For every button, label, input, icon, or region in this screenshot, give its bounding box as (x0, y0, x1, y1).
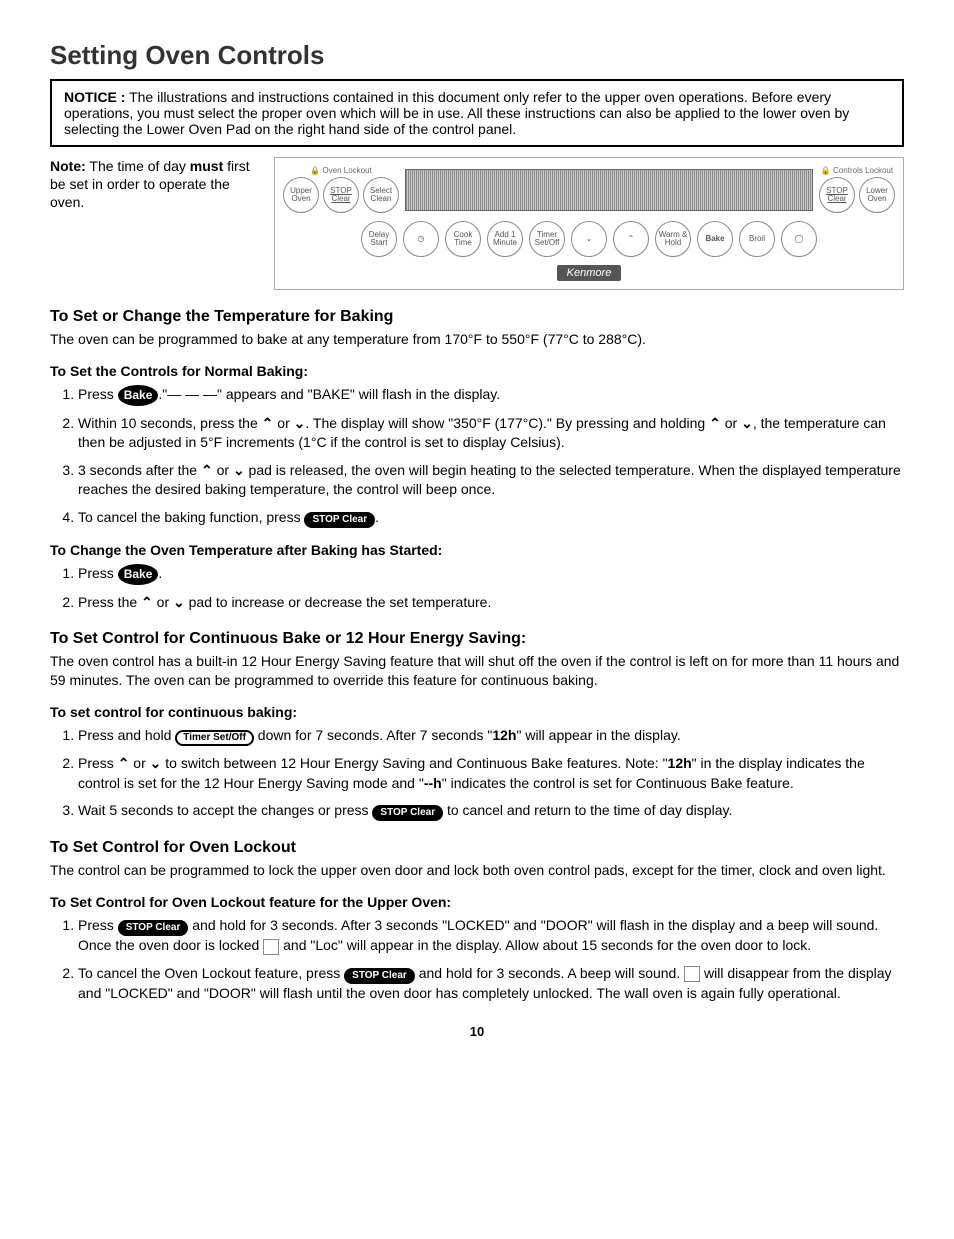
stop-clear-icon: STOP Clear (118, 920, 189, 936)
light-button: ◯ (781, 221, 817, 257)
section-1-heading: To Set or Change the Temperature for Bak… (50, 308, 904, 326)
note-bold: must (190, 158, 223, 174)
bake-icon: Bake (118, 564, 159, 585)
sec1-sub-b: To Change the Oven Temperature after Bak… (50, 542, 904, 558)
timer-button: Timer Set/Off (529, 221, 565, 257)
sec1-sub-a: To Set the Controls for Normal Baking: (50, 363, 904, 379)
sec1-list-a: Press Bake."— — —" appears and "BAKE" wi… (50, 385, 904, 528)
list-item: Press the ⌃ or ⌄ pad to increase or decr… (78, 593, 904, 613)
notice-box: NOTICE : The illustrations and instructi… (50, 79, 904, 147)
controls-lockout-icon: 🔒 Controls Lockout (821, 166, 893, 175)
sec3-list: Press STOP Clear and hold for 3 seconds.… (50, 916, 904, 1003)
up-arrow-button: ⌃ (613, 221, 649, 257)
note-panel-row: Note: The time of day must first be set … (50, 157, 904, 290)
list-item: Press Bake."— — —" appears and "BAKE" wi… (78, 385, 904, 406)
sec2-list: Press and hold Timer Set/Off down for 7 … (50, 726, 904, 821)
broil-button: Broil (739, 221, 775, 257)
stop-clear-icon: STOP Clear (372, 805, 443, 821)
list-item: Press Bake. (78, 564, 904, 585)
add-1-minute-button: Add 1 Minute (487, 221, 523, 257)
list-item: Within 10 seconds, press the ⌃ or ⌄. The… (78, 414, 904, 453)
list-item: Wait 5 seconds to accept the changes or … (78, 801, 904, 821)
display-screen (405, 169, 813, 211)
list-item: Press and hold Timer Set/Off down for 7 … (78, 726, 904, 746)
up-arrow-icon: ⌃ (262, 414, 274, 434)
list-item: 3 seconds after the ⌃ or ⌄ pad is releas… (78, 461, 904, 500)
bake-icon: Bake (118, 385, 159, 406)
up-arrow-icon: ⌃ (709, 414, 721, 434)
stop-clear-button-2: STOP Clear (819, 177, 855, 213)
page-number: 10 (50, 1024, 904, 1039)
stop-clear-button: STOP Clear (323, 177, 359, 213)
list-item: To cancel the Oven Lockout feature, pres… (78, 964, 904, 1004)
lower-oven-button: Lower Oven (859, 177, 895, 213)
note-t1: The time of day (86, 158, 190, 174)
brand-badge: Kenmore (557, 265, 622, 281)
down-arrow-icon: ⌄ (741, 414, 753, 434)
note-text: Note: The time of day must first be set … (50, 157, 260, 212)
timer-icon: Timer Set/Off (175, 730, 254, 746)
down-arrow-icon: ⌄ (173, 593, 185, 613)
section-1-intro: The oven can be programmed to bake at an… (50, 330, 904, 349)
cook-time-button: Cook Time (445, 221, 481, 257)
select-clean-button: Select Clean (363, 177, 399, 213)
section-2-intro: The oven control has a built-in 12 Hour … (50, 652, 904, 690)
sec3-sub: To Set Control for Oven Lockout feature … (50, 894, 904, 910)
warm-hold-button: Warm & Hold (655, 221, 691, 257)
up-arrow-icon: ⌃ (118, 754, 130, 774)
upper-oven-button: Upper Oven (283, 177, 319, 213)
list-item: Press STOP Clear and hold for 3 seconds.… (78, 916, 904, 956)
down-arrow-button: ⌄ (571, 221, 607, 257)
section-3-intro: The control can be programmed to lock th… (50, 861, 904, 880)
up-arrow-icon: ⌃ (141, 593, 153, 613)
down-arrow-icon: ⌄ (294, 414, 306, 434)
bake-button: Bake (697, 221, 733, 257)
sec2-sub: To set control for continuous baking: (50, 704, 904, 720)
section-2-heading: To Set Control for Continuous Bake or 12… (50, 630, 904, 648)
note-label: Note: (50, 158, 86, 174)
stop-clear-icon: STOP Clear (344, 968, 415, 984)
up-arrow-icon: ⌃ (201, 461, 213, 481)
down-arrow-icon: ⌄ (150, 754, 162, 774)
oven-lockout-icon: 🔒 Oven Lockout (310, 166, 372, 175)
section-3-heading: To Set Control for Oven Lockout (50, 839, 904, 857)
stop-clear-icon: STOP Clear (304, 512, 375, 528)
list-item: To cancel the baking function, press STO… (78, 508, 904, 528)
list-item: Press ⌃ or ⌄ to switch between 12 Hour E… (78, 754, 904, 793)
notice-text: The illustrations and instructions conta… (64, 89, 849, 137)
down-arrow-icon: ⌄ (233, 461, 245, 481)
control-panel-diagram: 🔒 Oven Lockout Upper Oven STOP Clear Sel… (274, 157, 904, 290)
sec1-list-b: Press Bake. Press the ⌃ or ⌄ pad to incr… (50, 564, 904, 612)
lock-icon (263, 939, 279, 955)
clock-button: ◷ (403, 221, 439, 257)
page-title: Setting Oven Controls (50, 40, 904, 71)
delay-start-button: Delay Start (361, 221, 397, 257)
notice-label: NOTICE : (64, 89, 125, 105)
lock-icon (684, 966, 700, 982)
